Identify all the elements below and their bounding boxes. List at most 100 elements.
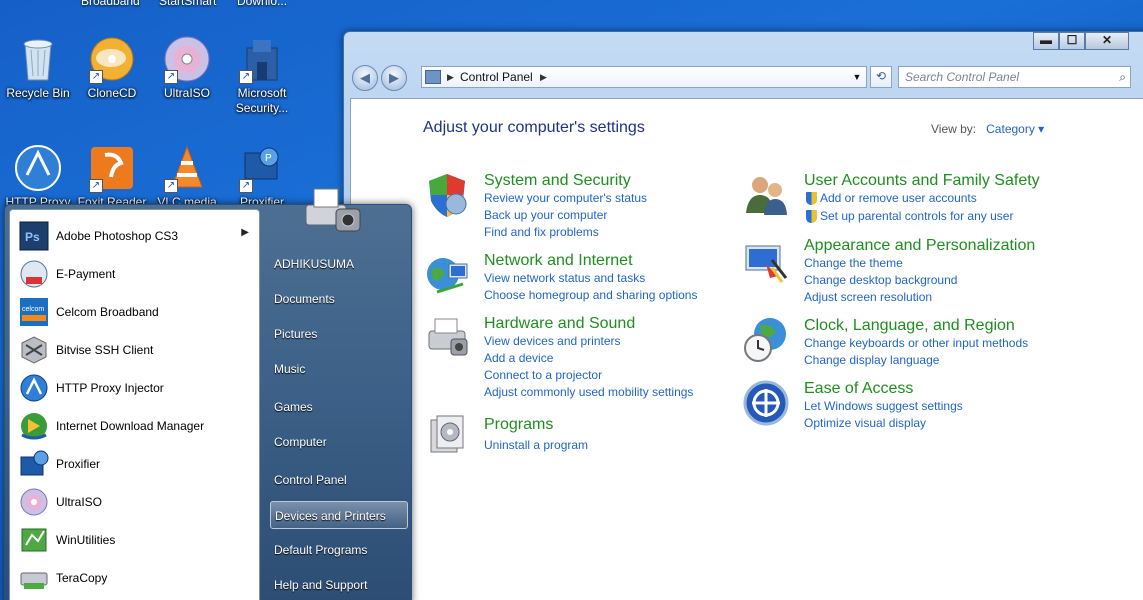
category-link[interactable]: Adjust screen resolution <box>804 289 1035 306</box>
refresh-button[interactable]: ⟲ <box>870 66 892 88</box>
category-heading[interactable]: Hardware and Sound <box>484 314 693 333</box>
desktop-label-broadband: Broadband <box>81 0 140 8</box>
category-heading[interactable]: Programs <box>484 415 588 434</box>
close-button[interactable]: ✕ <box>1085 32 1129 50</box>
category-link[interactable]: Uninstall a program <box>484 437 588 454</box>
category-ease-of-access: Ease of Access Let Windows suggest setti… <box>804 379 963 432</box>
start-item-documents[interactable]: Documents <box>270 285 408 313</box>
category-link[interactable]: Find and fix problems <box>484 224 647 241</box>
view-by: View by: Category ▾ <box>931 122 1044 136</box>
clonecd-icon: ↗ <box>87 34 137 84</box>
start-item-default-programs[interactable]: Default Programs <box>270 536 408 564</box>
program-label: Proxifier <box>56 457 101 471</box>
program-label: Bitvise SSH Client <box>56 343 154 357</box>
program-label: HTTP Proxy Injector <box>56 381 164 395</box>
forward-arrow-icon: ▶ <box>389 70 399 85</box>
shortcut-arrow-icon: ↗ <box>89 179 103 193</box>
program-label: E-Payment <box>56 267 116 281</box>
category-link[interactable]: Add or remove user accounts <box>804 190 1040 207</box>
category-link[interactable]: Change the theme <box>804 255 1035 272</box>
program-label: UltraISO <box>56 495 103 509</box>
program-item[interactable]: TeraCopy <box>14 560 257 596</box>
start-item-help-support[interactable]: Help and Support <box>270 571 408 599</box>
back-button[interactable]: ◀ <box>352 65 378 91</box>
desktop-icon-ultraiso[interactable]: ↗ UltraISO <box>148 34 226 101</box>
program-item[interactable]: E-Payment <box>14 256 257 292</box>
category-heading[interactable]: System and Security <box>484 171 647 190</box>
category-heading[interactable]: Appearance and Personalization <box>804 236 1035 255</box>
view-by-label: View by: <box>931 122 977 136</box>
category-link[interactable]: Add a device <box>484 350 693 367</box>
start-item-pictures[interactable]: Pictures <box>270 320 408 348</box>
category-link[interactable]: Connect to a projector <box>484 367 693 384</box>
category-link[interactable]: View devices and printers <box>484 333 693 350</box>
breadcrumb-arrow-icon[interactable]: ▶ <box>447 67 454 87</box>
monitor-paint-icon <box>745 245 788 283</box>
program-item[interactable]: WinUtilities <box>14 522 257 558</box>
category-link[interactable]: View network status and tasks <box>484 270 697 287</box>
submenu-arrow-icon[interactable]: ▶ <box>241 227 249 238</box>
view-by-value: Category <box>986 122 1035 136</box>
desktop-icon-recycle-bin[interactable]: Recycle Bin <box>0 34 77 101</box>
category-heading[interactable]: Network and Internet <box>484 251 697 270</box>
bitvise-icon <box>21 336 47 364</box>
photoshop-icon: Ps <box>19 221 49 251</box>
maximize-button[interactable]: ☐ <box>1059 32 1085 50</box>
category-link[interactable]: Adjust commonly used mobility settings <box>484 384 693 401</box>
category-link[interactable]: Optimize visual display <box>804 415 963 432</box>
start-item-games[interactable]: Games <box>270 393 408 421</box>
shortcut-arrow-icon: ↗ <box>164 179 178 193</box>
category-link[interactable]: Let Windows suggest settings <box>804 398 963 415</box>
view-by-dropdown[interactable]: Category ▾ <box>986 122 1044 136</box>
microsoft-security-icon: ↗ <box>237 34 287 84</box>
start-item-music[interactable]: Music <box>270 355 408 383</box>
start-item-control-panel[interactable]: Control Panel <box>270 466 408 494</box>
program-item[interactable]: Ps Adobe Photoshop CS3 ▶ <box>14 218 257 254</box>
start-menu-programs: Ps Adobe Photoshop CS3 ▶ E-Payment celco… <box>9 209 260 600</box>
start-menu-places: ADHIKUSUMA Documents Pictures Music Game… <box>264 205 414 600</box>
program-item[interactable]: HTTP Proxy Injector <box>14 370 257 406</box>
category-link[interactable]: Set up parental controls for any user <box>804 208 1040 225</box>
category-link[interactable]: Choose homegroup and sharing options <box>484 287 697 304</box>
desktop-icon-clonecd[interactable]: ↗ CloneCD <box>73 34 151 101</box>
desktop-icon-vlc[interactable]: ↗ VLC media <box>148 143 226 210</box>
desktop-icon-label: CloneCD <box>87 86 137 100</box>
start-item-computer[interactable]: Computer <box>270 428 408 456</box>
start-item-devices-printers[interactable]: Devices and Printers <box>270 501 408 529</box>
desktop-icon-foxit-reader[interactable]: ↗ Foxit Reader <box>73 143 151 210</box>
category-link[interactable]: Change display language <box>804 352 1028 369</box>
ultraiso-icon: ↗ <box>162 34 212 84</box>
minimize-button[interactable]: ▬ <box>1033 32 1059 50</box>
category-link[interactable]: Back up your computer <box>484 207 647 224</box>
start-item-user[interactable]: ADHIKUSUMA <box>270 250 408 278</box>
category-link[interactable]: Change keyboards or other input methods <box>804 335 1028 352</box>
search-icon[interactable]: ⌕ <box>1119 67 1126 87</box>
program-item[interactable]: Bitvise SSH Client <box>14 332 257 368</box>
program-item[interactable]: celcom Celcom Broadband <box>14 294 257 330</box>
programs-icon <box>430 415 464 453</box>
breadcrumb-arrow-icon[interactable]: ▶ <box>540 67 547 87</box>
category-link[interactable]: Review your computer's status <box>484 190 647 207</box>
program-item[interactable]: Proxifier <box>14 446 257 482</box>
back-arrow-icon: ◀ <box>360 70 370 85</box>
vlc-icon: ↗ <box>162 143 212 193</box>
category-heading[interactable]: Ease of Access <box>804 379 963 398</box>
forward-button[interactable]: ▶ <box>381 65 407 91</box>
category-programs: Programs Uninstall a program <box>484 415 588 454</box>
search-input[interactable]: Search Control Panel ⌕ <box>898 66 1131 88</box>
proxifier-icon <box>20 450 49 476</box>
breadcrumb-control-panel[interactable]: Control Panel <box>460 67 533 87</box>
program-item[interactable]: UltraISO <box>14 484 257 520</box>
desktop-icon-proxifier[interactable]: P ↗ Proxifier <box>223 143 301 210</box>
category-heading[interactable]: User Accounts and Family Safety <box>804 171 1040 190</box>
category-hardware-sound: Hardware and Sound View devices and prin… <box>484 314 693 401</box>
category-link[interactable]: Change desktop background <box>804 272 1035 289</box>
desktop-icon-microsoft-security[interactable]: ↗ Microsoft Security... <box>223 34 301 116</box>
program-item[interactable]: Internet Download Manager <box>14 408 257 444</box>
category-heading[interactable]: Clock, Language, and Region <box>804 316 1028 335</box>
address-bar[interactable]: ▶ Control Panel ▶ ▼ <box>421 66 867 88</box>
category-clock-language: Clock, Language, and Region Change keybo… <box>804 316 1028 369</box>
desktop-icon-http-proxy[interactable]: HTTP Proxy <box>0 143 77 210</box>
address-dropdown-icon[interactable]: ▼ <box>850 67 864 87</box>
shortcut-arrow-icon: ↗ <box>239 70 253 84</box>
